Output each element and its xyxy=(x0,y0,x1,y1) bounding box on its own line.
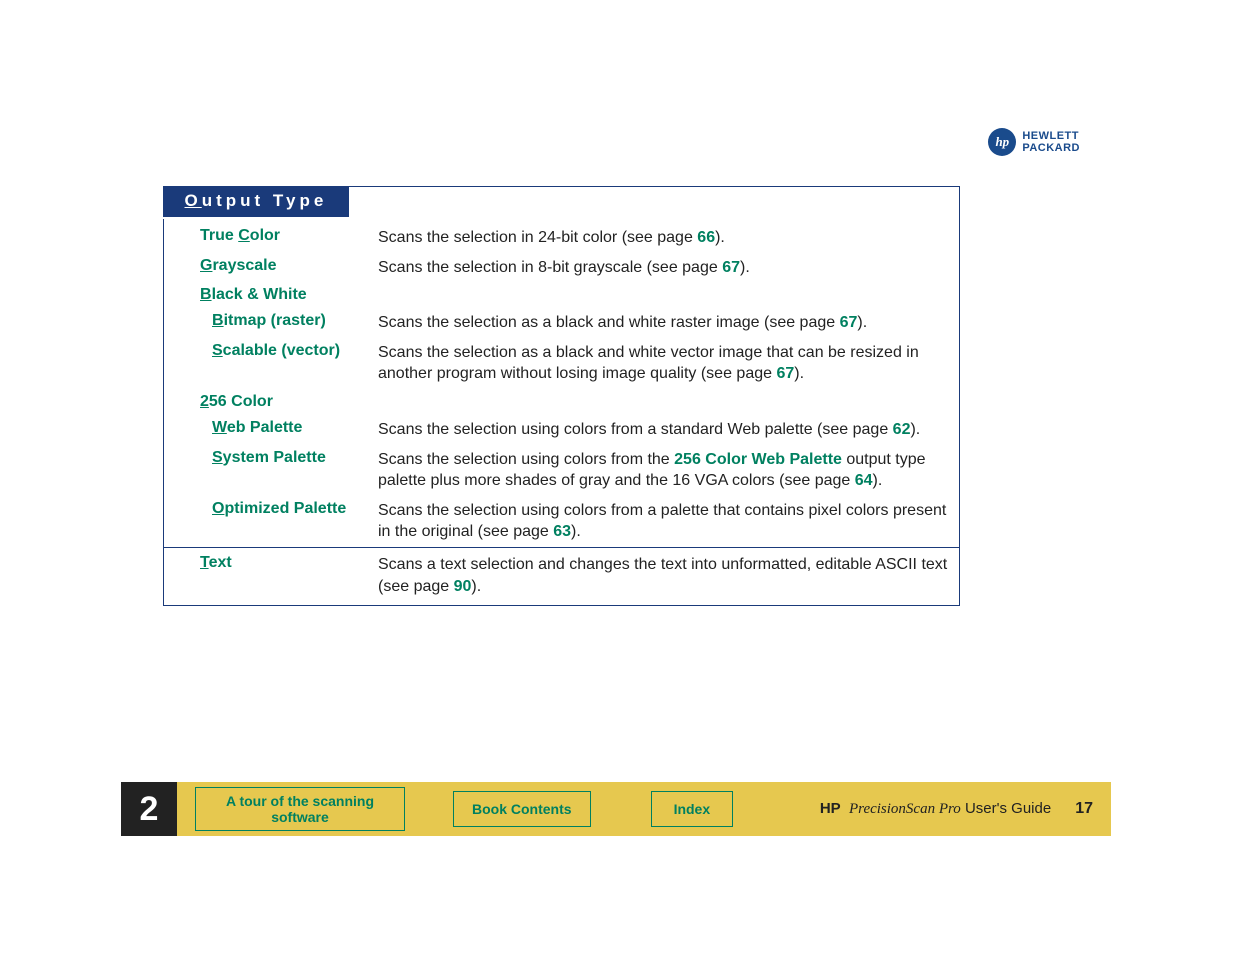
label-true-color[interactable]: True Color xyxy=(200,227,378,249)
page-link-67b[interactable]: 67 xyxy=(840,314,858,331)
desc-true-color: Scans the selection in 24-bit color (see… xyxy=(378,227,949,249)
page-link-67a[interactable]: 67 xyxy=(722,259,740,276)
section-header: Output Type xyxy=(163,186,350,219)
row-text: Text Scans a text selection and changes … xyxy=(164,547,959,605)
row-scalable: Scalable (vector) Scans the selection as… xyxy=(164,338,959,389)
page-link-67c[interactable]: 67 xyxy=(776,365,794,382)
page-number: 17 xyxy=(1075,800,1093,818)
section-underline: O xyxy=(185,191,202,210)
label-text[interactable]: Text xyxy=(200,554,378,597)
output-type-table: Output Type True Color Scans the selecti… xyxy=(163,186,960,606)
desc-scalable: Scans the selection as a black and white… xyxy=(378,342,949,385)
label-system-palette[interactable]: System Palette xyxy=(212,449,378,492)
hp-logo-icon: hp xyxy=(988,128,1016,156)
desc-text: Scans a text selection and changes the t… xyxy=(378,554,949,597)
row-256-color: 256 Color xyxy=(164,389,959,415)
row-black-white: Black & White xyxy=(164,282,959,308)
logo-line1: HEWLETT xyxy=(1022,130,1080,142)
label-grayscale[interactable]: Grayscale xyxy=(200,257,378,279)
row-true-color: True Color Scans the selection in 24-bit… xyxy=(164,223,959,253)
page-link-66[interactable]: 66 xyxy=(697,229,715,246)
chapter-number: 2 xyxy=(121,782,177,836)
hp-logo-text: HEWLETT PACKARD xyxy=(1022,130,1080,154)
desc-optimized-palette: Scans the selection using colors from a … xyxy=(378,500,949,543)
page-link-63[interactable]: 63 xyxy=(553,523,571,540)
section-rest: utput Type xyxy=(202,191,328,210)
label-256-color[interactable]: 256 Color xyxy=(200,393,378,411)
link-256-color-web[interactable]: 256 Color Web Palette xyxy=(674,451,842,468)
label-web-palette[interactable]: Web Palette xyxy=(212,419,378,441)
label-black-white[interactable]: Black & White xyxy=(200,286,378,304)
page-link-90[interactable]: 90 xyxy=(454,578,472,595)
row-grayscale: Grayscale Scans the selection in 8-bit g… xyxy=(164,253,959,283)
index-button[interactable]: Index xyxy=(651,791,734,827)
desc-system-palette: Scans the selection using colors from th… xyxy=(378,449,949,492)
label-scalable[interactable]: Scalable (vector) xyxy=(212,342,378,385)
row-system-palette: System Palette Scans the selection using… xyxy=(164,445,959,496)
desc-grayscale: Scans the selection in 8-bit grayscale (… xyxy=(378,257,949,279)
page-link-62[interactable]: 62 xyxy=(893,421,911,438)
row-optimized-palette: Optimized Palette Scans the selection us… xyxy=(164,496,959,547)
label-optimized-palette[interactable]: Optimized Palette xyxy=(212,500,378,543)
row-bitmap: Bitmap (raster) Scans the selection as a… xyxy=(164,308,959,338)
desc-web-palette: Scans the selection using colors from a … xyxy=(378,419,949,441)
footer-bar: 2 A tour of the scanning software Book C… xyxy=(121,782,1111,836)
logo-line2: PACKARD xyxy=(1022,142,1080,154)
guide-title: HP PrecisionScan Pro User's Guide xyxy=(820,800,1051,818)
label-bitmap[interactable]: Bitmap (raster) xyxy=(212,312,378,334)
book-contents-button[interactable]: Book Contents xyxy=(453,791,591,827)
page-link-64[interactable]: 64 xyxy=(855,472,873,489)
footer-content: A tour of the scanning software Book Con… xyxy=(177,782,1111,836)
hp-logo: hp HEWLETT PACKARD xyxy=(988,128,1080,156)
desc-bitmap: Scans the selection as a black and white… xyxy=(378,312,949,334)
row-web-palette: Web Palette Scans the selection using co… xyxy=(164,415,959,445)
tour-button[interactable]: A tour of the scanning software xyxy=(195,787,405,831)
